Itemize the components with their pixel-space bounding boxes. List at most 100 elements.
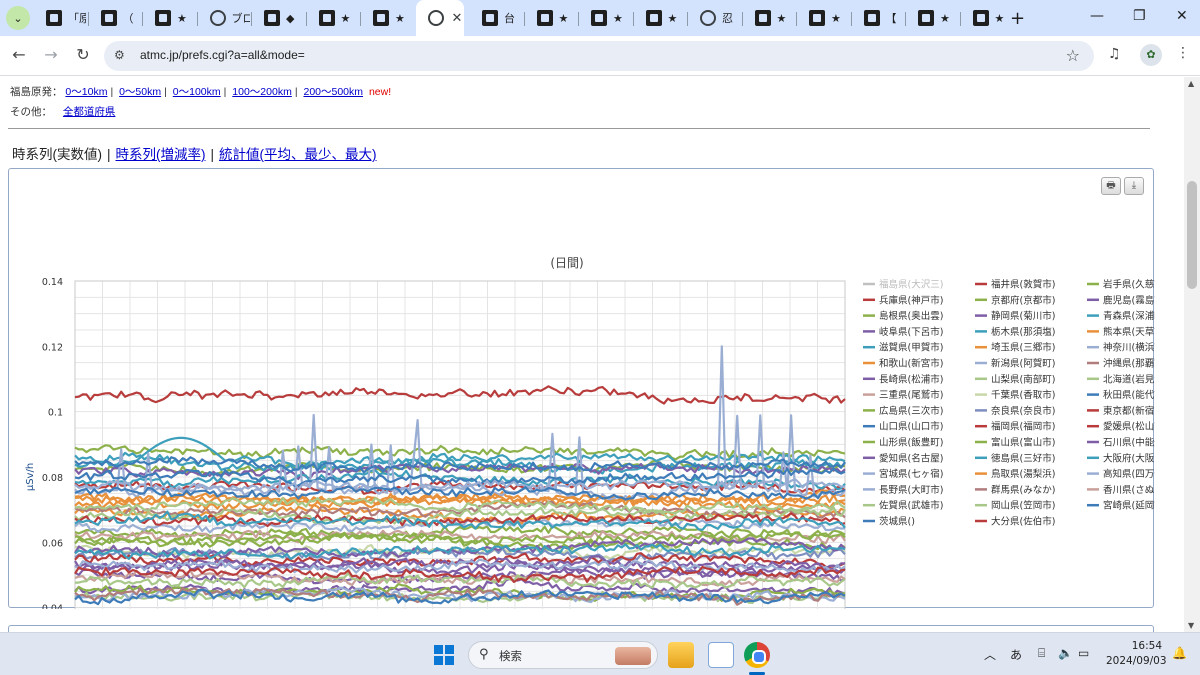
legend-entry[interactable]: 富山県(富山市) [991,437,1055,449]
legend-entry[interactable]: 福岡県(福岡市) [991,421,1055,433]
legend-entry[interactable]: 神奈川(横浜市) [1103,342,1155,354]
link-200-500km[interactable]: 200〜500km [303,86,363,98]
legend-entry[interactable]: 高知県(四万十) [1103,468,1155,480]
notepad-icon[interactable] [708,642,734,668]
legend-entry[interactable]: 岡山県(笠岡市) [991,500,1055,512]
link-0-50km[interactable]: 0〜50km [119,86,161,98]
link-100-200km[interactable]: 100〜200km [232,86,292,98]
kebab-menu-icon[interactable]: ⋮ [1176,45,1190,61]
file-explorer-icon[interactable] [668,642,694,668]
restore-button[interactable]: ❐ [1133,8,1146,24]
tray-chevron-up-icon[interactable]: ︿ [984,646,996,663]
legend-entry[interactable]: 和歌山(新宮市) [879,358,943,370]
tab-search-button[interactable]: ⌄ [6,6,30,30]
browser-tab[interactable]: （ [89,0,141,36]
legend-entry[interactable]: 福井県(敦賀市) [991,279,1055,291]
network-icon[interactable]: ⌸ [1038,646,1045,661]
legend-entry[interactable]: 長崎県(松浦市) [879,373,943,385]
legend-entry[interactable]: 大分県(佐伯市) [991,516,1055,528]
tab-statistics[interactable]: 統計値(平均、最少、最大) [219,147,377,162]
print-icon[interactable]: 🖶 [1101,177,1121,195]
legend-entry[interactable]: 北海道(岩見沢) [1103,373,1155,385]
legend-entry[interactable]: 青森県(深浦町) [1103,310,1155,322]
legend-entry[interactable]: 島根県(奥出雲) [879,310,943,322]
legend-entry[interactable]: 熊本県(天草市) [1103,326,1155,338]
browser-tab[interactable]: ★ [579,0,631,36]
legend-entry[interactable]: 長野県(大町市) [879,484,943,496]
ime-indicator[interactable]: あ [1010,646,1022,663]
link-0-10km[interactable]: 0〜10km [65,86,107,98]
browser-tab[interactable]: ◆ [252,0,304,36]
address-bar[interactable]: ⚙ atmc.jp/prefs.cgi?a=all&mode= ☆ [104,41,1094,71]
legend-entry[interactable]: 栃木県(那須塩) [991,326,1055,338]
browser-tab[interactable]: 【 [852,0,904,36]
browser-tab[interactable]: ★ [143,0,195,36]
browser-tab[interactable]: ★ [961,0,1013,36]
scroll-down-arrow-icon[interactable]: ▼ [1188,621,1194,630]
legend-entry[interactable]: 宮城県(七ヶ宿) [879,468,943,480]
legend-entry[interactable]: 広島県(三次市) [879,405,943,417]
media-controls-icon[interactable]: ♫ [1108,46,1121,62]
legend-entry[interactable]: 岩手県(久慈市) [1103,279,1155,291]
browser-tab[interactable]: ★ [743,0,795,36]
clock-time[interactable]: 16:54 [1118,640,1162,652]
chrome-icon[interactable] [744,642,770,668]
browser-tab[interactable]: ★ [361,0,413,36]
bookmark-star-icon[interactable]: ☆ [1066,46,1080,65]
new-tab-button[interactable]: + [1010,8,1025,29]
minimize-button[interactable]: — [1090,8,1104,24]
legend-entry[interactable]: 山梨県(南部町) [991,373,1055,385]
battery-icon[interactable]: ▭ [1078,646,1089,660]
reload-icon[interactable]: ↻ [72,45,94,64]
legend-entry[interactable]: 奈良県(奈良市) [991,405,1055,417]
browser-tab[interactable]: 台 [470,0,522,36]
browser-tab[interactable]: ★ [634,0,686,36]
legend-entry[interactable]: 宮崎県(延岡市) [1103,500,1155,512]
forward-arrow-icon[interactable]: → [40,45,62,64]
legend-entry[interactable]: 沖縄県(那覇市) [1103,358,1155,370]
legend-entry[interactable]: 滋賀県(甲賀市) [879,342,943,354]
legend-entry[interactable]: 香川県(さぬき) [1103,485,1155,496]
link-all-prefectures[interactable]: 全都道府県 [63,106,116,118]
browser-tab[interactable]: ★ [307,0,359,36]
legend-entry[interactable]: 石川県(中能登) [1103,437,1155,449]
vertical-scrollbar[interactable]: ▲ ▼ [1184,77,1200,632]
legend-entry[interactable]: 愛媛県(松山市) [1103,421,1155,433]
legend-entry[interactable]: 大阪府(大阪) [1103,452,1155,464]
download-icon[interactable]: ⤓ [1124,177,1144,195]
legend-entry[interactable]: 新潟県(阿賀町) [991,358,1055,370]
notification-bell-icon[interactable]: 🔔 [1172,646,1187,660]
browser-tab[interactable]: ★ [797,0,849,36]
legend-entry[interactable]: 鳥取県(湯梨浜) [991,468,1055,480]
legend-entry[interactable]: 佐賀県(武雄市) [879,500,943,512]
site-info-icon[interactable]: ⚙ [114,48,130,64]
taskbar-search-box[interactable]: ⚲ 検索 [468,641,658,669]
legend-entry[interactable]: 徳島県(三好市) [991,452,1055,464]
browser-tab[interactable]: ✕ [415,0,464,36]
legend-entry[interactable]: 山形県(飯豊町) [879,437,943,449]
scroll-thumb[interactable] [1187,181,1197,289]
legend-entry[interactable]: 秋田県(能代市) [1103,389,1155,401]
url-text[interactable]: atmc.jp/prefs.cgi?a=all&mode= [140,48,305,62]
close-window-button[interactable]: ✕ [1176,8,1188,24]
legend-entry[interactable]: 群馬県(みなか) [991,484,1055,496]
link-0-100km[interactable]: 0〜100km [173,86,221,98]
windows-start-icon[interactable] [434,645,454,665]
browser-tab[interactable]: 忍 [688,0,740,36]
back-arrow-icon[interactable]: ← [8,45,30,64]
tab-timeseries-change-rate[interactable]: 時系列(増減率) [116,147,206,162]
volume-icon[interactable]: 🔈 [1058,646,1073,660]
legend-entry[interactable]: 千葉県(香取市) [991,389,1055,401]
browser-tab[interactable]: ★ [525,0,577,36]
legend-entry[interactable]: 福島県(大沢三) [879,279,943,291]
legend-entry[interactable]: 東京都(新宿区) [1103,405,1155,417]
legend-entry[interactable]: 茨城県() [879,516,915,528]
browser-tab[interactable]: ブロ [198,0,250,36]
legend-entry[interactable]: 埼玉県(三郷市) [991,342,1055,354]
browser-tab[interactable]: ★ [906,0,958,36]
legend-entry[interactable]: 兵庫県(神戸市) [879,294,943,306]
close-tab-icon[interactable]: ✕ [452,11,463,26]
legend-entry[interactable]: 愛知県(名古屋) [879,452,943,464]
scroll-up-arrow-icon[interactable]: ▲ [1188,79,1194,88]
browser-tab[interactable]: 「原 [34,0,86,36]
